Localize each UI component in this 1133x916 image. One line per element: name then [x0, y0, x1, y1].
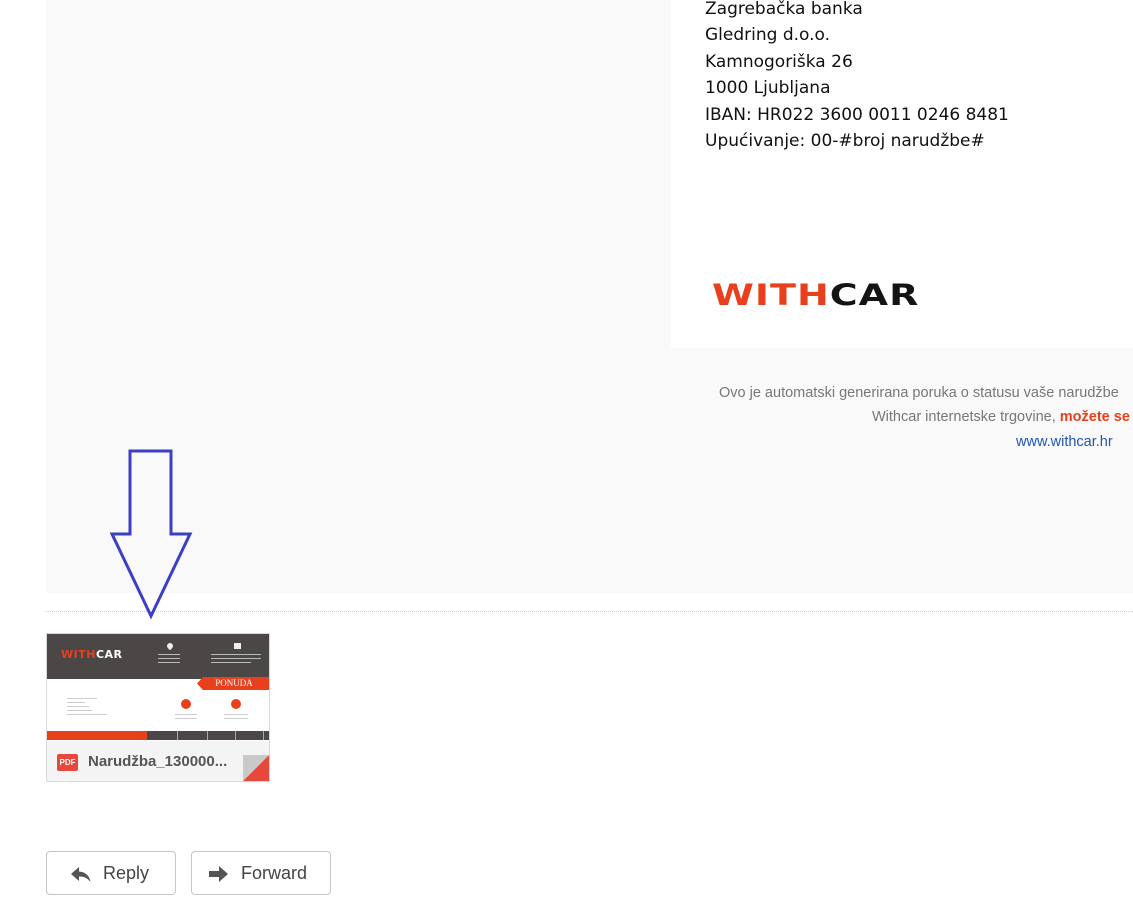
bank-line: Upućivanje: 00-#broj narudžbe#	[705, 131, 985, 152]
thumb-logo-car: CAR	[95, 648, 123, 661]
thumb-ribbon: PONUDA	[197, 677, 269, 690]
thumb-text-line	[67, 714, 107, 715]
location-pin-icon	[165, 641, 175, 651]
bank-line: Zagrebačka banka	[705, 0, 863, 19]
footer-line-2-text: Withcar internetske trgovine,	[872, 409, 1060, 425]
attachments-divider	[46, 611, 1133, 612]
thumb-calendar-icon	[231, 699, 241, 709]
thumb-ribbon-label: PONUDA	[215, 678, 253, 688]
forward-label: Forward	[241, 863, 308, 883]
thumb-doc-icon	[181, 699, 191, 709]
thumb-step	[241, 731, 264, 740]
thumb-header: WITHCAR	[47, 634, 269, 679]
thumb-text-line	[211, 654, 261, 655]
pdf-icon: PDF	[57, 754, 78, 771]
thumb-step	[155, 731, 178, 740]
thumb-text-line	[211, 662, 251, 663]
thumb-text-line	[175, 714, 197, 715]
thumb-text-line	[158, 654, 180, 655]
reply-icon	[71, 867, 91, 882]
logo-car: CAR	[829, 277, 920, 313]
thumb-text-line	[67, 706, 89, 707]
thumb-text-line	[175, 718, 197, 719]
email-footer: Ovo je automatski generirana poruka o st…	[600, 381, 1133, 451]
forward-icon	[209, 866, 228, 882]
annotation-arrow-icon	[109, 449, 193, 620]
thumb-text-line	[158, 662, 180, 663]
footer-line-1: Ovo je automatski generirana poruka o st…	[719, 385, 1119, 401]
thumb-progress-bar	[47, 731, 269, 740]
reply-label: Reply	[103, 863, 150, 883]
forward-button[interactable]: Forward	[191, 851, 331, 895]
thumb-text-line	[67, 710, 92, 711]
bank-line: 1000 Ljubljana	[705, 78, 831, 99]
withcar-logo: WITHCAR	[712, 276, 919, 315]
thumb-text-line	[67, 702, 85, 703]
thumb-progress-fill	[47, 731, 147, 740]
bank-line: Kamnogoriška 26	[705, 51, 853, 72]
footer-website-link[interactable]: www.withcar.hr	[1016, 430, 1113, 451]
attachment-filename: Narudžba_130000...	[88, 753, 228, 770]
footer-line-2: Withcar internetske trgovine, možete se	[872, 405, 1130, 430]
bank-icon	[234, 643, 241, 649]
thumb-text-line	[224, 714, 248, 715]
reply-button[interactable]: Reply	[46, 851, 176, 895]
thumb-logo: WITHCAR	[61, 648, 123, 661]
footer-line-2-bold: možete se	[1059, 409, 1130, 425]
thumb-text-line	[224, 718, 248, 719]
thumb-logo-with: WITH	[61, 648, 96, 661]
attachment-footer: PDF Narudžba_130000...	[47, 741, 269, 781]
attachment-card[interactable]: WITHCAR PONUDA PDF Narudžba_130000...	[46, 633, 270, 782]
logo-with: WITH	[712, 277, 830, 313]
bank-details: Zagrebačka banka Gledring d.o.o. Kamnogo…	[705, 0, 1009, 154]
thumb-text-line	[67, 698, 97, 699]
thumb-text-line	[211, 658, 261, 659]
thumb-step	[185, 731, 208, 740]
bank-line: IBAN: HR022 3600 0011 0246 8481	[705, 104, 1009, 125]
attachment-thumbnail: WITHCAR PONUDA	[47, 634, 269, 741]
bank-line: Gledring d.o.o.	[705, 25, 831, 46]
page-fold-shadow	[243, 755, 269, 781]
thumb-step	[213, 731, 236, 740]
thumb-text-line	[158, 658, 180, 659]
